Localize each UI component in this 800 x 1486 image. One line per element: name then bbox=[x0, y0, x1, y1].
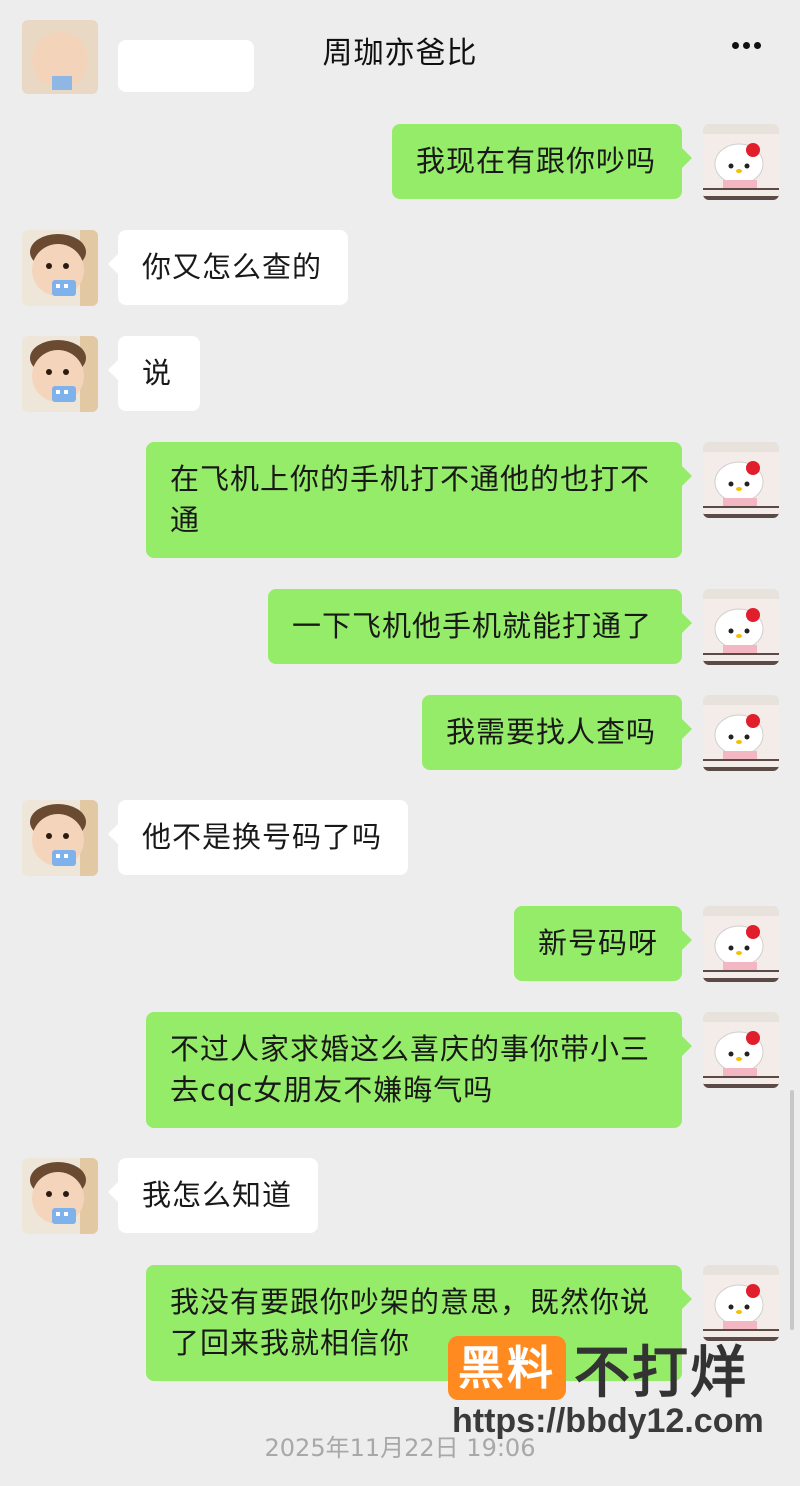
my-avatar[interactable] bbox=[703, 1012, 779, 1088]
my-avatar[interactable] bbox=[703, 589, 779, 665]
scrollbar[interactable] bbox=[790, 1090, 794, 1330]
outgoing-message-bubble[interactable]: 我现在有跟你吵吗 bbox=[392, 124, 692, 199]
contact-avatar[interactable] bbox=[22, 336, 98, 412]
contact-avatar[interactable] bbox=[22, 230, 98, 306]
dot-icon bbox=[743, 42, 750, 49]
watermark-url: https://bbdy12.com bbox=[452, 1402, 764, 1440]
incoming-message-bubble[interactable]: 我怎么知道 bbox=[108, 1158, 318, 1233]
my-avatar[interactable] bbox=[703, 124, 779, 200]
message-bubble-cutoff[interactable] bbox=[118, 40, 254, 92]
outgoing-message-bubble[interactable]: 我需要找人查吗 bbox=[422, 695, 692, 770]
outgoing-message-bubble[interactable]: 新号码呀 bbox=[514, 906, 692, 981]
contact-avatar[interactable] bbox=[22, 1158, 98, 1234]
my-avatar[interactable] bbox=[703, 695, 779, 771]
outgoing-message-bubble[interactable]: 在飞机上你的手机打不通他的也打不通 bbox=[146, 442, 692, 558]
outgoing-message-bubble[interactable]: 一下飞机他手机就能打通了 bbox=[268, 589, 692, 664]
watermark-logo: 黑料 不打烊 bbox=[448, 1336, 748, 1406]
watermark-logo-box: 黑料 bbox=[448, 1336, 566, 1400]
my-avatar[interactable] bbox=[703, 906, 779, 982]
contact-avatar[interactable] bbox=[22, 800, 98, 876]
my-avatar[interactable] bbox=[703, 442, 779, 518]
contact-avatar[interactable] bbox=[22, 20, 98, 94]
dot-icon bbox=[732, 42, 739, 49]
incoming-message-bubble[interactable]: 他不是换号码了吗 bbox=[108, 800, 408, 875]
more-options-button[interactable] bbox=[732, 30, 772, 60]
incoming-message-bubble[interactable]: 说 bbox=[108, 336, 200, 411]
watermark-logo-text: 不打烊 bbox=[574, 1340, 748, 1406]
incoming-message-bubble[interactable]: 你又怎么查的 bbox=[108, 230, 348, 305]
outgoing-message-bubble[interactable]: 不过人家求婚这么喜庆的事你带小三去cqc女朋友不嫌晦气吗 bbox=[146, 1012, 692, 1128]
dot-icon bbox=[754, 42, 761, 49]
